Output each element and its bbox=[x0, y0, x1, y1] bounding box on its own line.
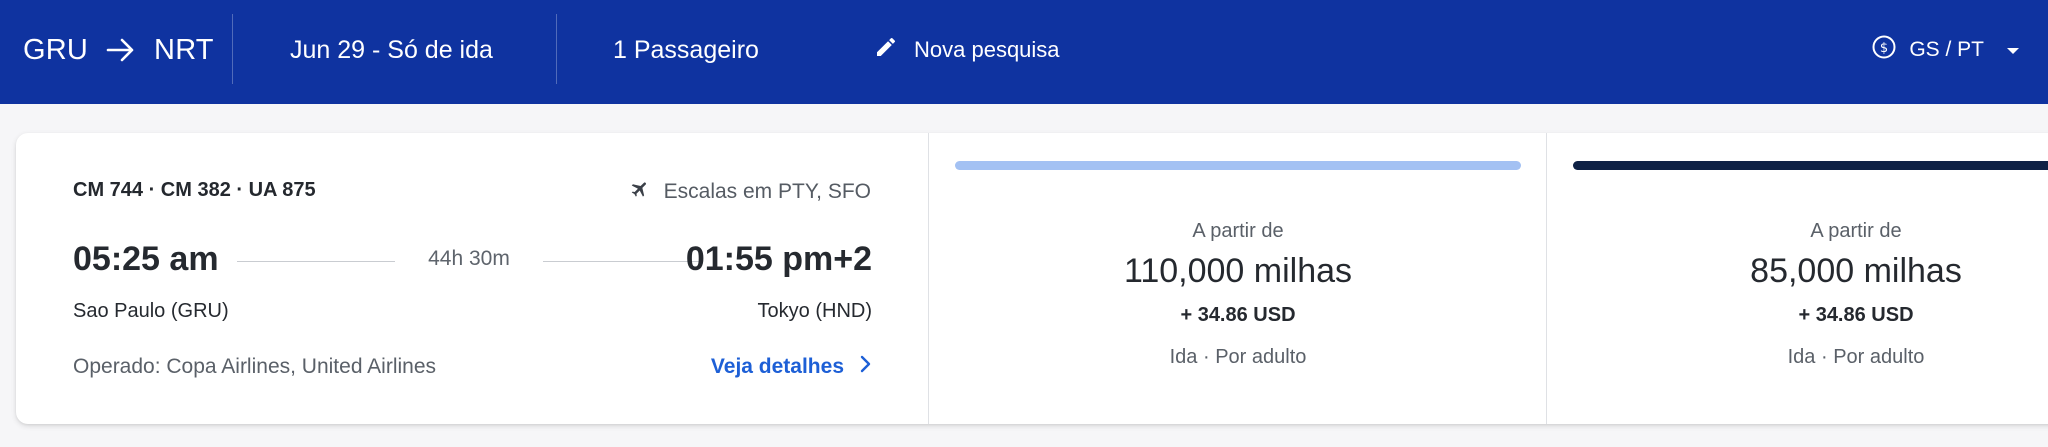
departure-time: 05:25 am bbox=[73, 240, 219, 278]
departure-city: Sao Paulo (GRU) bbox=[73, 300, 229, 322]
fare-option-economy[interactable]: A partir de 110,000 milhas + 34.86 USD I… bbox=[928, 133, 1547, 424]
currency-language-selector[interactable]: $ GS / PT bbox=[1871, 30, 2020, 70]
pencil-icon bbox=[874, 35, 898, 65]
caret-down-icon bbox=[2006, 38, 2020, 62]
flight-numbers: CM 744 · CM 382 · UA 875 bbox=[73, 179, 316, 201]
new-search-button[interactable]: Nova pesquisa bbox=[874, 30, 1060, 70]
stops-label: Escalas em PTY, SFO bbox=[663, 180, 871, 203]
dollar-circle-icon: $ bbox=[1871, 34, 1897, 66]
route-summary[interactable]: GRU NRT bbox=[23, 30, 214, 70]
fare-option-premium[interactable]: A partir de 85,000 milhas + 34.86 USD Id… bbox=[1546, 133, 2048, 424]
flight-details: CM 744 · CM 382 · UA 875 Escalas em PTY,… bbox=[16, 133, 929, 424]
operating-carriers: Operado: Copa Airlines, United Airlines bbox=[73, 355, 437, 378]
locale-label: GS / PT bbox=[1909, 38, 1984, 61]
fare-fee: + 34.86 USD bbox=[1798, 304, 1914, 326]
header-divider bbox=[232, 14, 233, 84]
flight-duration: 44h 30m bbox=[428, 247, 510, 270]
airplane-icon bbox=[630, 179, 650, 205]
fare-miles: 110,000 milhas bbox=[1123, 252, 1353, 290]
fare-note: Ida · Por adulto bbox=[1169, 346, 1307, 368]
view-details-label: Veja detalhes bbox=[710, 355, 844, 378]
flight-result-card: CM 744 · CM 382 · UA 875 Escalas em PTY,… bbox=[16, 133, 2048, 424]
fare-indicator-bar bbox=[1573, 161, 2048, 170]
arrival-time: 01:55 pm+2 bbox=[685, 240, 872, 278]
date-trip-type[interactable]: Jun 29 - Só de ida bbox=[290, 30, 493, 70]
fare-from-label: A partir de bbox=[1810, 220, 1902, 242]
fare-fee: + 34.86 USD bbox=[1180, 304, 1296, 326]
origin-code: GRU bbox=[23, 33, 89, 66]
arrow-right-icon bbox=[106, 37, 136, 63]
fare-miles: 85,000 milhas bbox=[1750, 252, 1962, 290]
passenger-count[interactable]: 1 Passageiro bbox=[613, 30, 759, 70]
arrival-city: Tokyo (HND) bbox=[757, 300, 872, 322]
duration-line bbox=[543, 261, 701, 262]
view-details-link[interactable]: Veja detalhes bbox=[711, 355, 872, 379]
duration-line bbox=[237, 261, 395, 262]
fare-note: Ida · Por adulto bbox=[1787, 346, 1925, 368]
destination-code: NRT bbox=[154, 33, 214, 66]
new-search-label: Nova pesquisa bbox=[914, 37, 1060, 62]
fare-indicator-bar bbox=[955, 161, 1521, 170]
svg-text:$: $ bbox=[1880, 41, 1888, 56]
stops-info: Escalas em PTY, SFO bbox=[630, 179, 871, 205]
header-divider bbox=[556, 14, 557, 84]
chevron-right-icon bbox=[860, 355, 872, 379]
top-bar: GRU NRT Jun 29 - Só de ida 1 Passageiro … bbox=[0, 0, 2048, 104]
fare-from-label: A partir de bbox=[1192, 220, 1284, 242]
